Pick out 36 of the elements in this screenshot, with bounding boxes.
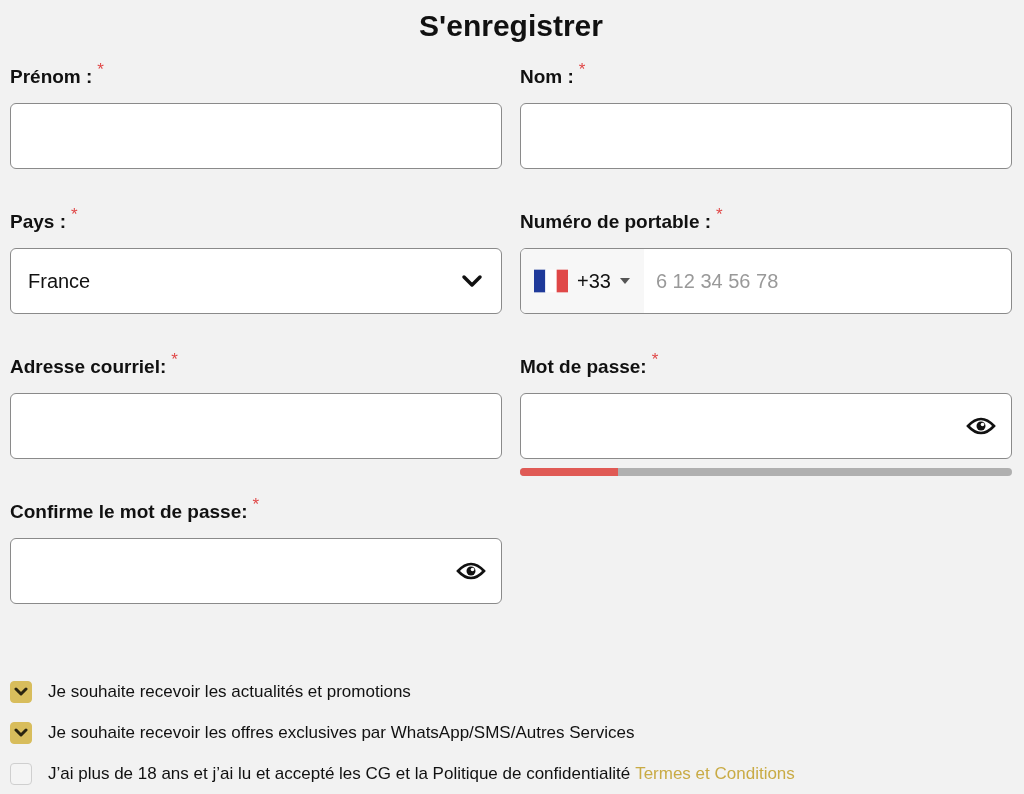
checkbox-label: Je souhaite recevoir les actualités et promotions	[48, 682, 411, 702]
required-mark: *	[716, 205, 723, 225]
field-label: Adresse courriel:	[10, 356, 167, 378]
form-title: S'enregistrer	[418, 8, 604, 44]
checkbox[interactable]	[10, 681, 32, 703]
chevron-down-icon	[461, 274, 483, 288]
input-field[interactable]	[10, 393, 502, 459]
country-select[interactable]: France	[10, 248, 502, 314]
required-mark: *	[97, 60, 104, 80]
eye-icon[interactable]	[966, 416, 996, 436]
chevron-icon	[14, 687, 28, 697]
field-label: Numéro de portable :	[520, 211, 712, 233]
required-mark: *	[252, 495, 260, 515]
required-mark: *	[171, 350, 178, 370]
field-label: Confirme le mot de passe:	[10, 501, 248, 523]
eye-icon[interactable]	[456, 561, 486, 581]
caret-icon	[619, 278, 630, 284]
field-label: Pays :	[10, 211, 66, 233]
checkbox[interactable]	[10, 722, 32, 744]
input-field[interactable]	[10, 103, 502, 169]
required-mark: *	[651, 350, 659, 370]
required-mark: *	[578, 60, 586, 80]
input-field[interactable]	[520, 103, 1012, 169]
password-field[interactable]	[520, 393, 1012, 459]
checkbox[interactable]	[10, 763, 32, 785]
chevron-icon	[14, 728, 28, 738]
checkbox-label: J’ai plus de 18 ans et j’ai lu et accepté les CG et la Politique de confidentialité	[48, 764, 631, 784]
flag-icon	[534, 269, 568, 293]
field-label: Prénom :	[10, 66, 93, 88]
field-label: Mot de passe:	[520, 356, 647, 378]
required-mark: *	[71, 205, 78, 225]
phone-field[interactable]: +33 6 12 34 56 78	[520, 248, 1012, 314]
checkbox-label: Je souhaite recevoir les offres exclusives par WhatsApp/SMS/Autres Services	[48, 723, 635, 743]
field-label: Nom :	[520, 66, 574, 88]
password-field[interactable]	[10, 538, 502, 604]
dial-code-select[interactable]: +33	[521, 249, 644, 313]
